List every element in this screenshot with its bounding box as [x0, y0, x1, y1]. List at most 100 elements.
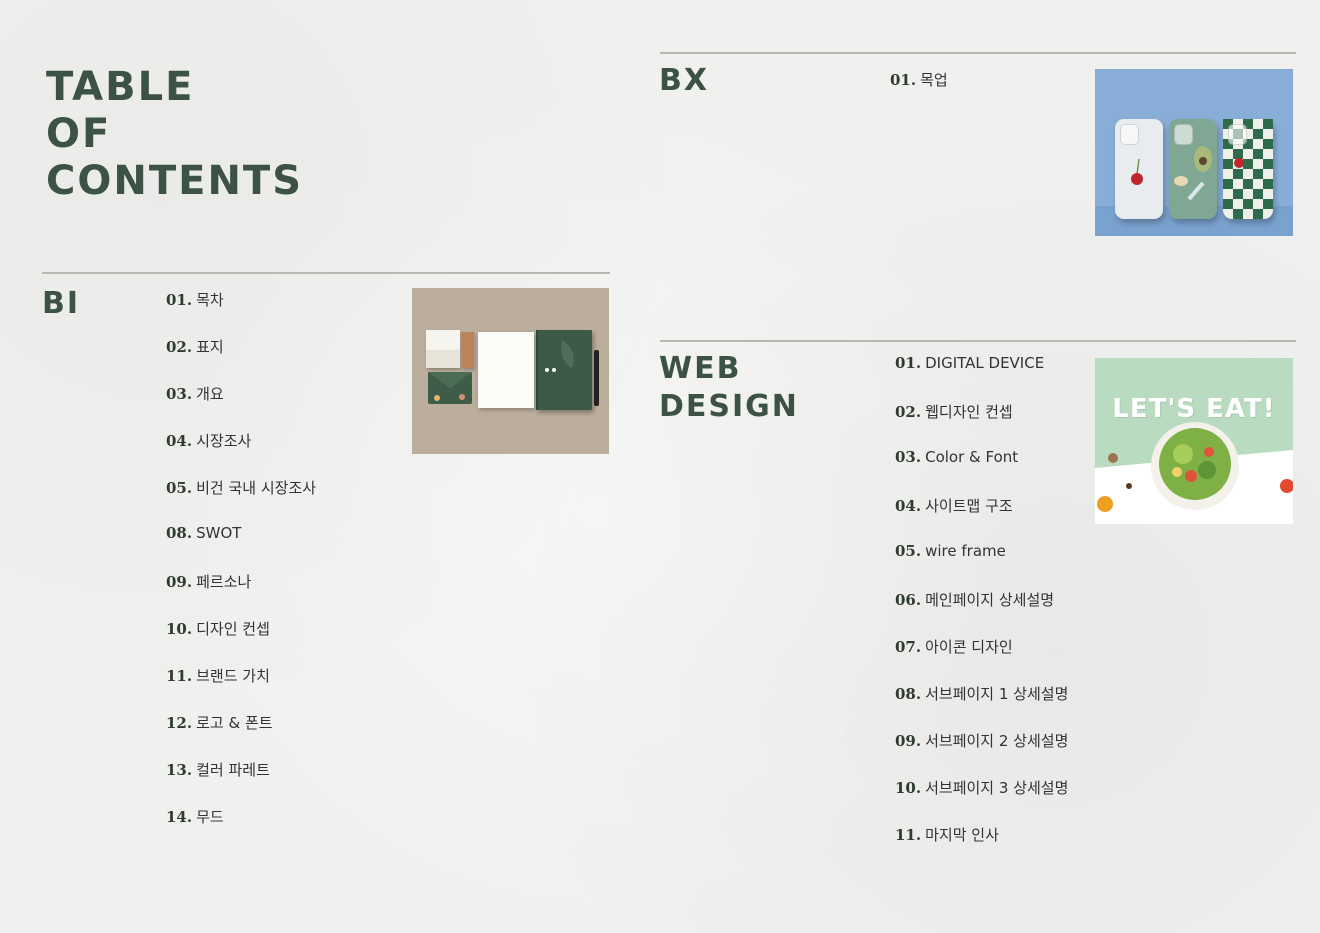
toc-number: 01. [890, 71, 917, 89]
toc-label: 마지막 인사 [925, 826, 999, 844]
toc-item[interactable]: 01. DIGITAL DEVICE [895, 354, 1068, 401]
lets-eat-heading: LET'S EAT! [1112, 394, 1276, 424]
letterhead-paper [478, 332, 534, 408]
toc-number: 10. [895, 779, 922, 797]
toc-label: 로고 & 폰트 [196, 714, 273, 732]
toc-number: 04. [895, 497, 922, 515]
phone-case-mockup-image [1095, 69, 1293, 236]
web-title-line: WEB [659, 351, 742, 386]
toc-number: 05. [895, 542, 922, 560]
toc-item[interactable]: 08. 서브페이지 1 상세설명 [895, 683, 1068, 730]
toc-label: wire frame [925, 542, 1006, 560]
phone-case-green [1169, 119, 1217, 219]
toc-label: Color & Font [925, 448, 1019, 466]
toc-number: 08. [166, 524, 193, 542]
web-title-line: DESIGN [659, 389, 799, 424]
toc-item[interactable]: 04. 사이트맵 구조 [895, 495, 1068, 542]
toc-number: 03. [166, 385, 193, 403]
toc-label: SWOT [196, 524, 242, 542]
phone-case-checkered [1223, 119, 1273, 219]
toc-number: 01. [166, 291, 193, 309]
toc-item[interactable]: 05. 비건 국내 시장조사 [166, 477, 316, 524]
toc-item[interactable]: 07. 아이콘 디자인 [895, 636, 1068, 683]
toc-item[interactable]: 11. 마지막 인사 [895, 824, 1068, 871]
toc-label: 비건 국내 시장조사 [196, 479, 317, 497]
toc-number: 02. [895, 403, 922, 421]
title-line: TABLE [46, 64, 195, 110]
bx-toc-list: 01. 목업 [890, 69, 948, 116]
toc-item[interactable]: 13. 컬러 파레트 [166, 759, 316, 806]
camera-icon [1228, 124, 1247, 145]
title-line: CONTENTS [46, 158, 304, 204]
toc-label: 웹디자인 컨셉 [925, 403, 1013, 421]
toc-item[interactable]: 10. 디자인 컨셉 [166, 618, 316, 665]
toc-number: 10. [166, 620, 193, 638]
toc-number: 09. [895, 732, 922, 750]
toc-label: 서브페이지 1 상세설명 [925, 685, 1069, 703]
toc-item[interactable]: 05. wire frame [895, 542, 1068, 589]
toc-item[interactable]: 02. 표지 [166, 336, 316, 383]
toc-item[interactable]: 11. 브랜드 가치 [166, 665, 316, 712]
toc-number: 04. [166, 432, 193, 450]
toc-label: 아이콘 디자인 [925, 638, 1013, 656]
toc-number: 11. [895, 826, 922, 844]
toc-number: 09. [166, 573, 193, 591]
toc-number: 07. [895, 638, 922, 656]
toc-number: 06. [895, 591, 922, 609]
pen [594, 350, 599, 406]
toc-item[interactable]: 03. 개요 [166, 383, 316, 430]
toc-label: DIGITAL DEVICE [925, 354, 1045, 372]
camera-icon [1120, 124, 1139, 145]
toc-item[interactable]: 02. 웹디자인 컨셉 [895, 401, 1068, 448]
toc-number: 05. [166, 479, 193, 497]
business-card [426, 330, 460, 350]
bx-divider [660, 52, 1296, 54]
toc-item[interactable]: 12. 로고 & 폰트 [166, 712, 316, 759]
toc-number: 02. [166, 338, 193, 356]
toc-label: 사이트맵 구조 [925, 497, 1013, 515]
bi-toc-list: 01. 목차 02. 표지 03. 개요 04. 시장조사 05. 비건 국내 시장조사 … [166, 289, 316, 853]
toc-label: 메인페이지 상세설명 [925, 591, 1055, 609]
toc-label: 목업 [920, 71, 948, 89]
toc-number: 11. [166, 667, 193, 685]
salad-web-thumbnail-image: LET'S EAT! [1095, 358, 1293, 524]
toc-number: 01. [895, 354, 922, 372]
web-section-title: WEB DESIGN [659, 350, 799, 426]
toc-label: 목차 [196, 291, 224, 309]
camera-icon [1174, 124, 1193, 145]
toc-item[interactable]: 08. SWOT [166, 524, 316, 571]
toc-item[interactable]: 09. 페르소나 [166, 571, 316, 618]
web-divider [660, 340, 1296, 342]
phone-case-white [1115, 119, 1163, 219]
toc-item[interactable]: 06. 메인페이지 상세설명 [895, 589, 1068, 636]
title-line: OF [46, 111, 112, 157]
toc-number: 08. [895, 685, 922, 703]
toc-label: 브랜드 가치 [196, 667, 270, 685]
toc-label: 서브페이지 2 상세설명 [925, 732, 1069, 750]
toc-item[interactable]: 04. 시장조사 [166, 430, 316, 477]
toc-number: 03. [895, 448, 922, 466]
envelope [428, 372, 472, 404]
wood-block [462, 332, 474, 368]
toc-number: 14. [166, 808, 193, 826]
toc-label: 디자인 컨셉 [196, 620, 270, 638]
toc-item[interactable]: 01. 목업 [890, 69, 948, 116]
toc-item[interactable]: 09. 서브페이지 2 상세설명 [895, 730, 1068, 777]
toc-label: 개요 [196, 385, 224, 403]
business-card [426, 350, 460, 368]
bi-section-title: BI [42, 286, 81, 321]
page-title: TABLE OF CONTENTS [46, 64, 303, 205]
toc-label: 컬러 파레트 [196, 761, 270, 779]
toc-label: 서브페이지 3 상세설명 [925, 779, 1069, 797]
toc-label: 페르소나 [196, 573, 252, 591]
toc-item[interactable]: 10. 서브페이지 3 상세설명 [895, 777, 1068, 824]
toc-item[interactable]: 03. Color & Font [895, 448, 1068, 495]
toc-number: 12. [166, 714, 193, 732]
toc-label: 무드 [196, 808, 224, 826]
bi-divider [42, 272, 610, 274]
toc-item[interactable]: 01. 목차 [166, 289, 316, 336]
bx-section-title: BX [659, 63, 709, 98]
toc-item[interactable]: 14. 무드 [166, 806, 316, 853]
toc-label: 표지 [196, 338, 224, 356]
folder [536, 330, 592, 410]
